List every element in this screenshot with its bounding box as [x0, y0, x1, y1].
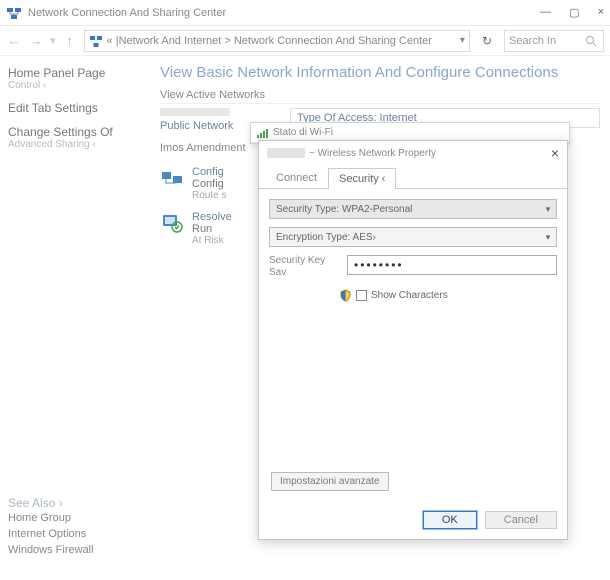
security-key-value: ••••••••	[354, 258, 404, 272]
network-center-icon	[6, 5, 22, 21]
search-icon	[585, 35, 597, 47]
encryption-type-value: AES›	[353, 232, 376, 243]
network-name-placeholder	[160, 108, 230, 116]
network-icon	[89, 34, 103, 48]
sidebar-home-panel[interactable]: Home Panel Page	[8, 66, 142, 80]
advanced-settings-button[interactable]: Impostazioni avanzate	[271, 472, 389, 491]
breadcrumb-text: « |Network And Internet > Network Connec…	[107, 35, 456, 47]
sidebar-see-also: See Also › Home Group Internet Options W…	[8, 496, 158, 560]
sidebar-windows-firewall[interactable]: Windows Firewall	[8, 544, 158, 556]
tab-security[interactable]: Security ‹	[328, 168, 396, 189]
encryption-type-dropdown[interactable]: Encryption Type: AES› ▾	[269, 227, 557, 247]
window-close-button[interactable]: ×	[598, 6, 604, 19]
sidebar-home-group[interactable]: Home Group	[8, 512, 158, 524]
search-placeholder: Search In	[509, 35, 556, 47]
nav-back-button[interactable]: ←	[6, 33, 22, 48]
page-title: View Basic Network Information And Confi…	[160, 64, 600, 81]
security-key-label: Security Key Sav	[269, 255, 339, 279]
wifi-signal-icon	[257, 128, 269, 138]
dialog-tabs: Connect Security ‹	[259, 165, 567, 189]
wireless-property-dialog: ~ Wireless Network Property × Connect Se…	[258, 140, 568, 540]
task1-line2: Config	[192, 178, 226, 190]
breadcrumb-dropdown-icon[interactable]: ▾	[460, 35, 465, 46]
dialog-close-button[interactable]: ×	[551, 146, 559, 160]
network-name-redacted	[267, 148, 305, 158]
chevron-down-icon: ▾	[540, 232, 556, 243]
nav-separator: ▾	[50, 34, 56, 47]
security-type-label: Security Type:	[276, 204, 339, 215]
security-type-value: WPA2-Personal	[342, 204, 412, 215]
nav-forward-button[interactable]: →	[28, 33, 44, 48]
show-characters-checkbox[interactable]	[356, 290, 367, 301]
task1-line3: Route s	[192, 190, 226, 201]
dialog-title-text: ~ Wireless Network Property	[309, 148, 436, 159]
security-key-input[interactable]: ••••••••	[347, 255, 557, 275]
window-title-bar: Network Connection And Sharing Center — …	[0, 0, 610, 26]
show-characters-label: Show Characters	[371, 290, 448, 301]
encryption-type-label: Encryption Type:	[276, 232, 350, 243]
window-maximize-button[interactable]: ▢	[569, 6, 579, 19]
sidebar-change-settings[interactable]: Change Settings Of	[8, 125, 142, 139]
sidebar-control[interactable]: Control ‹	[8, 80, 142, 91]
task2-line1: Resolve	[192, 211, 232, 223]
dialog-title-bar: ~ Wireless Network Property ×	[259, 141, 567, 165]
sidebar-advanced-sharing[interactable]: Advanced Sharing ‹	[8, 139, 142, 150]
cancel-button[interactable]: Cancel	[485, 511, 557, 529]
window-minimize-button[interactable]: —	[540, 6, 551, 19]
breadcrumb[interactable]: « |Network And Internet > Network Connec…	[84, 30, 470, 52]
nav-up-button[interactable]: ↑	[62, 33, 78, 48]
chevron-down-icon: ▾	[540, 204, 556, 215]
ok-button[interactable]: OK	[423, 511, 477, 529]
security-type-dropdown[interactable]: Security Type: WPA2-Personal ▾	[269, 199, 557, 219]
tab-connect[interactable]: Connect	[265, 167, 328, 188]
view-active-networks-label: View Active Networks	[160, 89, 600, 104]
search-input[interactable]: Search In	[504, 30, 604, 52]
sidebar-internet-options[interactable]: Internet Options	[8, 528, 158, 540]
task2-line3: At Risk	[192, 235, 232, 246]
sidebar-edit-tab-settings[interactable]: Edit Tab Settings	[8, 101, 142, 115]
see-also-label: See Also ›	[8, 496, 158, 510]
refresh-button[interactable]: ↻	[476, 34, 498, 48]
task1-line1: Config	[192, 166, 226, 178]
network-setup-icon	[160, 166, 184, 190]
task2-line2: Run	[192, 223, 232, 235]
window-title: Network Connection And Sharing Center	[28, 7, 226, 19]
address-bar: ← → ▾ ↑ « |Network And Internet > Networ…	[0, 26, 610, 56]
wifi-status-title: Stato di Wi-Fi	[273, 127, 333, 138]
troubleshoot-icon	[160, 211, 184, 235]
shield-icon	[339, 289, 352, 302]
